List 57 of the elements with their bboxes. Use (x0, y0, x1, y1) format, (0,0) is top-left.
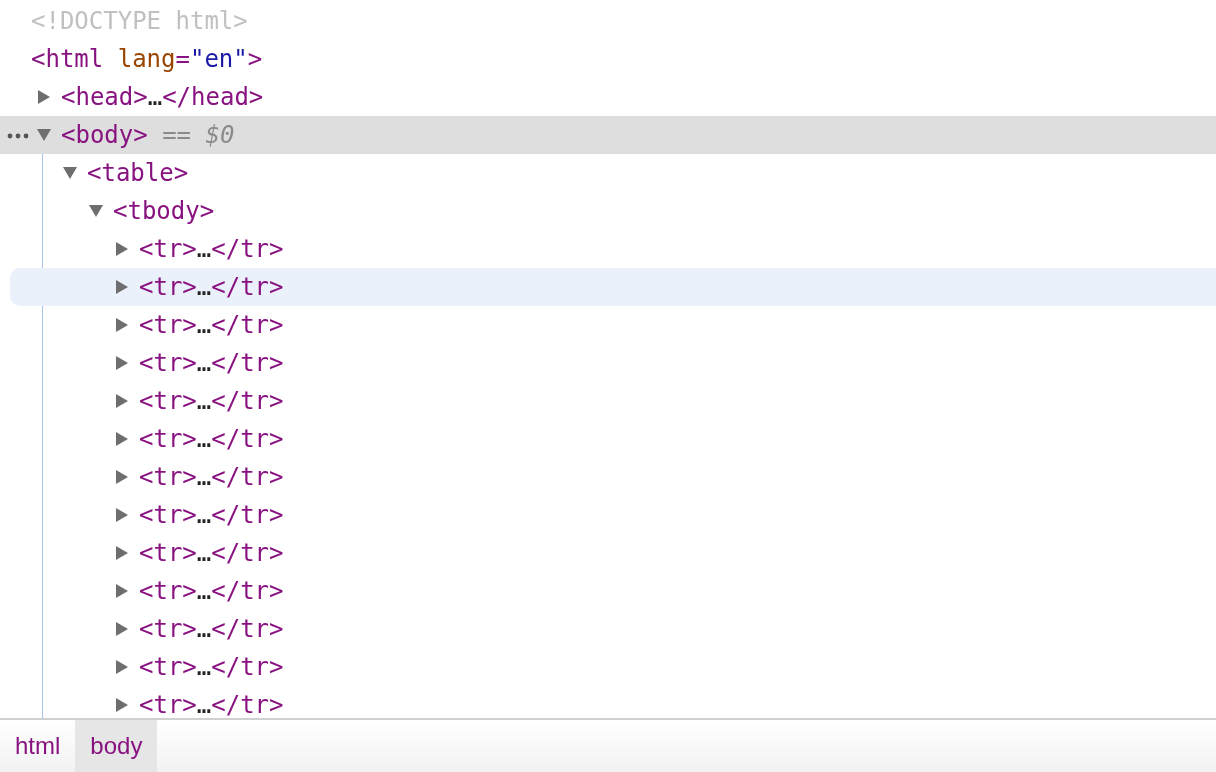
expand-arrow-icon[interactable] (116, 660, 128, 674)
node-row[interactable]: <tr>…</tr> (0, 230, 1216, 268)
node-markup: <tr>…</tr> (139, 576, 284, 607)
node-row[interactable]: <tr>…</tr> (0, 572, 1216, 610)
node-row[interactable]: <tr>…</tr> (0, 382, 1216, 420)
breadcrumb[interactable]: body (75, 720, 158, 772)
collapse-arrow-icon[interactable] (89, 205, 103, 217)
breadcrumb[interactable]: html (0, 720, 76, 772)
node-markup: <tr>…</tr> (139, 386, 284, 417)
node-row[interactable]: <tr>…</tr> (0, 534, 1216, 572)
node-row[interactable]: <tr>…</tr> (0, 496, 1216, 534)
more-icon[interactable] (7, 133, 29, 139)
node-markup: <html lang="en"> (31, 44, 263, 75)
collapse-arrow-icon[interactable] (37, 129, 51, 141)
node-markup: <tr>…</tr> (139, 462, 284, 493)
node-markup: <body> == $0 (61, 120, 235, 151)
selected-node-row[interactable]: <body> == $0 (0, 116, 1216, 154)
node-markup: <tr>…</tr> (139, 652, 284, 683)
node-markup: <head>…</head> (61, 82, 264, 113)
expand-arrow-icon[interactable] (116, 584, 128, 598)
node-markup: <tr>…</tr> (139, 310, 284, 341)
node-markup: <tr>…</tr> (139, 234, 284, 265)
expand-arrow-icon[interactable] (116, 318, 128, 332)
expand-arrow-icon[interactable] (116, 622, 128, 636)
node-markup: <tr>…</tr> (139, 272, 284, 303)
expand-arrow-icon[interactable] (116, 546, 128, 560)
expand-arrow-icon[interactable] (116, 432, 128, 446)
expand-arrow-icon[interactable] (116, 394, 128, 408)
node-markup: <tr>…</tr> (139, 614, 284, 645)
node-row[interactable]: <tr>…</tr> (0, 686, 1216, 718)
node-markup: <tr>…</tr> (139, 538, 284, 569)
expand-arrow-icon[interactable] (116, 356, 128, 370)
node-row[interactable]: <tr>…</tr> (0, 420, 1216, 458)
node-row[interactable]: <tr>…</tr> (0, 648, 1216, 686)
expand-arrow-icon[interactable] (116, 508, 128, 522)
node-markup: <tr>…</tr> (139, 348, 284, 379)
node-markup: <table> (87, 158, 189, 189)
node-row[interactable]: <tr>…</tr> (0, 306, 1216, 344)
node-row[interactable]: <html lang="en"> (0, 40, 1216, 78)
expand-arrow-icon[interactable] (116, 280, 128, 294)
node-markup: <!DOCTYPE html> (31, 6, 248, 37)
hovered-node-row[interactable]: <tr>…</tr> (10, 268, 1216, 306)
expand-arrow-icon[interactable] (116, 470, 128, 484)
node-row[interactable]: <head>…</head> (0, 78, 1216, 116)
node-markup: <tr>…</tr> (139, 690, 284, 718)
node-row[interactable]: <tr>…</tr> (0, 610, 1216, 648)
collapse-arrow-icon[interactable] (63, 167, 77, 179)
node-row[interactable]: <tr>…</tr> (0, 344, 1216, 382)
node-row[interactable]: <table> (0, 154, 1216, 192)
node-row[interactable]: <tbody> (0, 192, 1216, 230)
expand-arrow-icon[interactable] (38, 90, 50, 104)
node-markup: <tr>…</tr> (139, 424, 284, 455)
expand-arrow-icon[interactable] (116, 698, 128, 712)
expand-arrow-icon[interactable] (116, 242, 128, 256)
node-row[interactable]: <tr>…</tr> (0, 458, 1216, 496)
node-markup: <tbody> (113, 196, 215, 227)
node-markup: <tr>…</tr> (139, 500, 284, 531)
